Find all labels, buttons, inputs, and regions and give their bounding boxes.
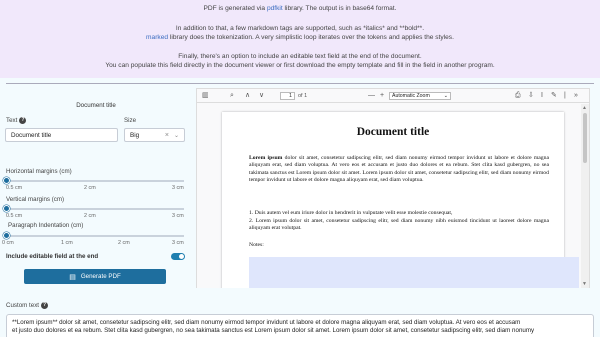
slider-tick: 0.5 cm bbox=[6, 213, 23, 219]
pdf-notes-field[interactable] bbox=[249, 257, 579, 288]
scroll-up-icon[interactable]: ▲ bbox=[582, 105, 587, 111]
viewer-scrollbar[interactable]: ▲ ▼ bbox=[581, 104, 589, 288]
generate-pdf-label: Generate PDF bbox=[80, 273, 121, 280]
toggle-knob bbox=[179, 254, 184, 259]
pdfkit-link[interactable]: pdfkit bbox=[267, 5, 283, 12]
pdf-file-icon: ▤ bbox=[69, 273, 76, 281]
search-icon[interactable]: ⌕ bbox=[230, 89, 234, 103]
horizontal-margins-label: Horizontal margins (cm) bbox=[6, 168, 72, 175]
custom-text-line: **Lorem ipsum** dolor sit amet, consetet… bbox=[12, 319, 521, 326]
slider-tick: 2 cm bbox=[84, 213, 96, 219]
custom-text-area[interactable]: **Lorem ipsum** dolor sit amet, consetet… bbox=[6, 314, 594, 337]
info-line-5: You can populate this field directly in … bbox=[105, 62, 495, 69]
page-total: of 1 bbox=[298, 93, 308, 99]
pdf-list-item: 1. Duis autem vel eum iriure dolor in he… bbox=[249, 210, 453, 216]
viewer-toolbar: ▥ ⌕ ∧ ∨ 1 of 1 — + Automatic Zoom ⌄ ⎙ ⇩ I… bbox=[197, 89, 589, 103]
pdf-document-title: Document title bbox=[356, 126, 430, 138]
help-icon[interactable]: ? bbox=[41, 302, 49, 309]
chevron-down-icon[interactable]: ⌄ bbox=[174, 132, 179, 139]
info-line-1: PDF is generated via pdfkit library. The… bbox=[0, 5, 600, 13]
slider-tick: 2 cm bbox=[84, 185, 96, 191]
info-text: library. The output is in base64 format. bbox=[284, 5, 397, 12]
vertical-margins-handle[interactable] bbox=[2, 205, 10, 212]
pdf-page: Document title Lorem ipsum dolor sit ame… bbox=[222, 112, 579, 288]
clear-icon[interactable]: × bbox=[165, 132, 169, 139]
info-line-3: marked library does the tokenization. A … bbox=[0, 34, 600, 42]
horizontal-margins-handle[interactable] bbox=[2, 177, 10, 184]
save-icon[interactable]: ⇩ bbox=[528, 89, 534, 103]
text-select-icon[interactable]: I bbox=[541, 89, 543, 103]
editable-field-label: Include editable field at the end bbox=[6, 253, 99, 260]
indentation-label: Paragraph Indentation (cm) bbox=[8, 222, 84, 229]
indentation-handle[interactable] bbox=[2, 232, 10, 239]
info-text: library does the tokenization. A very si… bbox=[169, 34, 454, 41]
slider-tick: 2 cm bbox=[118, 240, 130, 246]
info-banner: PDF is generated via pdfkit library. The… bbox=[0, 0, 600, 78]
marked-link[interactable]: marked bbox=[146, 34, 168, 41]
chevron-down-icon: ⌄ bbox=[443, 93, 448, 99]
indentation-track[interactable] bbox=[6, 235, 184, 237]
vertical-margins-label: Vertical margins (cm) bbox=[6, 196, 65, 203]
size-label: Size bbox=[124, 117, 137, 124]
generate-pdf-button[interactable]: ▤ Generate PDF bbox=[24, 269, 166, 284]
pdf-viewer: ▥ ⌕ ∧ ∨ 1 of 1 — + Automatic Zoom ⌄ ⎙ ⇩ I… bbox=[196, 88, 590, 288]
slider-tick: 1 cm bbox=[61, 240, 73, 246]
text-label: Text? bbox=[6, 117, 27, 125]
more-tools-icon[interactable]: » bbox=[574, 89, 578, 103]
pdf-notes-label: Notes: bbox=[249, 242, 264, 248]
viewer-canvas[interactable]: Document title Lorem ipsum dolor sit ame… bbox=[197, 104, 581, 288]
pdf-bold-text: Lorem ipsum bbox=[249, 155, 283, 161]
zoom-select[interactable]: Automatic Zoom ⌄ bbox=[389, 92, 451, 100]
print-icon[interactable]: ⎙ bbox=[515, 89, 521, 103]
help-icon[interactable]: ? bbox=[19, 117, 27, 124]
custom-text-line: et justo duo dolores et ea rebum. Stet c… bbox=[12, 327, 535, 335]
info-line-2: In addition to that, a few markdown tags… bbox=[175, 25, 425, 32]
pdf-list-item: 2. Lorem ipsum dolor sit amet, consetetu… bbox=[249, 218, 549, 232]
section-title: Document title bbox=[76, 102, 116, 109]
divider bbox=[6, 83, 594, 84]
sidebar-toggle-icon[interactable]: ▥ bbox=[202, 89, 209, 103]
slider-tick: 0.5 cm bbox=[6, 185, 23, 191]
info-line-4: Finally, there's an option to include an… bbox=[178, 53, 422, 60]
pdf-paragraph: Lorem ipsum dolor sit amet, consetetur s… bbox=[249, 155, 549, 185]
info-text: PDF is generated via bbox=[203, 5, 266, 12]
slider-tick: 3 cm bbox=[172, 240, 184, 246]
slider-tick: 0 cm bbox=[2, 240, 14, 246]
size-select[interactable]: Big × ⌄ bbox=[124, 128, 185, 142]
page-up-icon[interactable]: ∧ bbox=[245, 89, 250, 103]
zoom-out-icon[interactable]: — bbox=[368, 89, 375, 103]
zoom-in-icon[interactable]: + bbox=[380, 89, 384, 103]
pdf-paragraph-text: dolor sit amet, consetetur sadipscing el… bbox=[249, 155, 549, 184]
custom-text-label: Custom text? bbox=[6, 302, 49, 310]
vertical-margins-track[interactable] bbox=[6, 208, 184, 210]
slider-tick: 3 cm bbox=[172, 185, 184, 191]
scroll-down-icon[interactable]: ▼ bbox=[582, 281, 587, 287]
custom-text-label-text: Custom text bbox=[6, 302, 40, 310]
settings-panel: Document title Text? Size Document title… bbox=[0, 88, 192, 288]
page-down-icon[interactable]: ∨ bbox=[259, 89, 264, 103]
slider-tick: 3 cm bbox=[172, 213, 184, 219]
editable-field-toggle[interactable] bbox=[171, 253, 185, 260]
page-number-input[interactable]: 1 bbox=[280, 92, 295, 100]
draw-icon[interactable]: ✎ bbox=[551, 89, 557, 103]
size-select-value: Big bbox=[130, 131, 140, 139]
scrollbar-thumb[interactable] bbox=[583, 113, 587, 163]
title-text-input[interactable]: Document title bbox=[5, 128, 118, 142]
zoom-select-value: Automatic Zoom bbox=[392, 93, 430, 99]
horizontal-margins-track[interactable] bbox=[6, 180, 184, 182]
editor-divider: | bbox=[564, 92, 566, 99]
text-label-text: Text bbox=[6, 117, 18, 125]
